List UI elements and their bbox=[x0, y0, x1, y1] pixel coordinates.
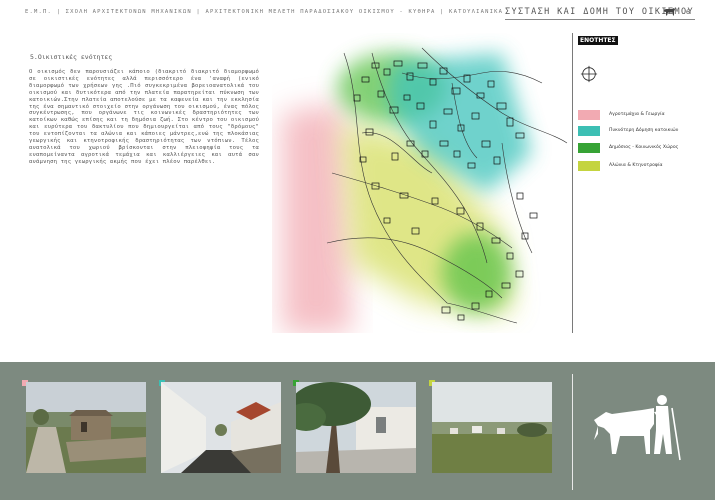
legend-label: Πυκνότερη Δόμηση κατοικιών bbox=[609, 128, 679, 133]
north-arrow-icon bbox=[580, 65, 598, 83]
settlement-map bbox=[272, 33, 572, 333]
legend-swatch bbox=[578, 161, 600, 171]
legend-title: ΕΝΟΤΗΤΕΣ bbox=[578, 36, 618, 45]
zone-pink-agriculture bbox=[282, 103, 352, 333]
legend-item-public-space: Δημόσιος - Κοινωνικός Χώρος bbox=[578, 143, 688, 153]
legend-item-agriculture: Αγροτεμάχια & Γεωργία bbox=[578, 110, 688, 120]
legend-label: Δημόσιος - Κοινωνικός Χώρος bbox=[609, 145, 679, 150]
goat-icon bbox=[663, 8, 675, 16]
breadcrumb: Ε.Μ.Π. | ΣΧΟΛΗ ΑΡΧΙΤΕΚΤΟΝΩΝ ΜΗΧΑΝΙΚΩΝ | … bbox=[25, 9, 504, 15]
legend-label: Αλώνια & Κτηνοτροφία bbox=[609, 163, 663, 168]
header-bar: Ε.Μ.Π. | ΣΧΟΛΗ ΑΡΧΙΤΕΚΤΟΝΩΝ ΜΗΧΑΝΙΚΩΝ | … bbox=[0, 0, 715, 22]
legend-label: Αγροτεμάχια & Γεωργία bbox=[609, 112, 665, 117]
legend-item-threshing: Αλώνια & Κτηνοτροφία bbox=[578, 161, 688, 171]
photo-rural-path bbox=[26, 382, 146, 473]
page-number: 6 bbox=[686, 8, 690, 16]
photo-fields-landscape bbox=[432, 382, 552, 473]
title-underline bbox=[505, 19, 695, 20]
ox-and-farmer-icon bbox=[594, 395, 681, 461]
legend-item-dense-housing: Πυκνότερη Δόμηση κατοικιών bbox=[578, 126, 688, 136]
section-heading: 5.Οικιστικές ενότητες bbox=[30, 53, 113, 61]
legend-swatch bbox=[578, 143, 600, 153]
legend-swatch bbox=[578, 110, 600, 120]
panel-divider bbox=[572, 374, 573, 490]
legend-divider bbox=[572, 33, 573, 333]
legend-swatch bbox=[578, 126, 600, 136]
photo-narrow-street bbox=[161, 382, 281, 473]
body-paragraph: Ο οικισμός δεν παρουσιάζει κάποιο (διακρ… bbox=[29, 69, 259, 165]
photo-village-square bbox=[296, 382, 416, 473]
